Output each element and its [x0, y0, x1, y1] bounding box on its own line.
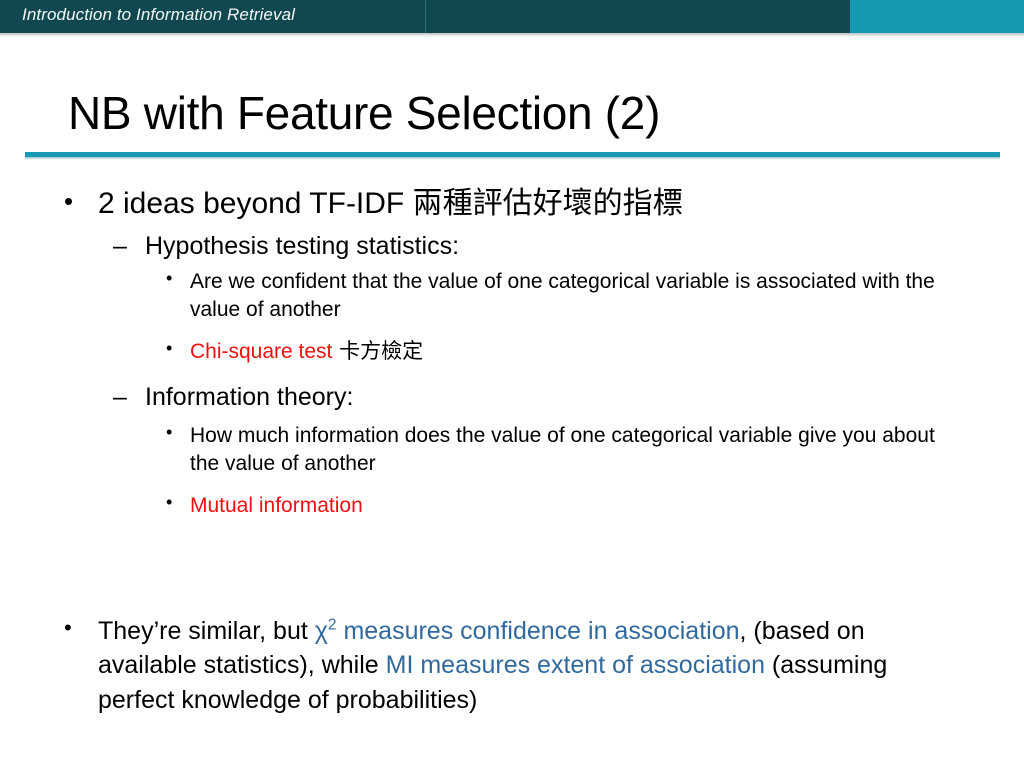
bullet-text: Are we confident that the value of one c… [190, 270, 935, 322]
header-title: Introduction to Information Retrieval [22, 5, 296, 24]
slide-body-closing: • They’re similar, but χ2 measures confid… [0, 614, 1024, 719]
comparison-text-seg1: They’re similar, but [98, 617, 315, 645]
chi-exponent: 2 [327, 616, 337, 634]
bullet-marker-dash: – [113, 383, 127, 412]
bullet-level2-hypothesis-testing: – Hypothesis testing statistics: [0, 231, 1024, 261]
header-accent-block [850, 0, 1024, 33]
slide-header-bar: Introduction to Information Retrieval [0, 0, 1024, 33]
bullet-marker-disc: • [64, 615, 72, 640]
bullet-text: How much information does the value of o… [190, 424, 935, 476]
bullet-marker-disc: • [166, 492, 173, 512]
bullet-text-highlight: Chi-square test [190, 340, 333, 364]
bullet-text-highlight: Mutual information [190, 494, 363, 517]
bullet-marker-disc: • [166, 422, 173, 443]
slide-body: • 2 ideas beyond TF-IDF 兩種評估好壞的指標 – Hypo… [0, 186, 1024, 520]
bullet-text: Hypothesis testing statistics: [145, 232, 460, 261]
header-divider [425, 0, 426, 33]
header-shadow [0, 33, 1024, 37]
bullet-text: Information theory: [145, 383, 354, 412]
comparison-text-chi-phrase: measures confidence in association [336, 617, 740, 645]
bullet-level3-information-question: • How much information does the value of… [0, 422, 1024, 478]
bullet-marker-dash: – [113, 232, 127, 261]
chi-symbol: χ [314, 617, 328, 645]
page-title: NB with Feature Selection (2) [68, 87, 661, 139]
bullet-text-en: 2 ideas beyond TF-IDF [98, 187, 413, 220]
bullet-marker-disc: • [64, 186, 74, 216]
comparison-text-mi-phrase: MI measures extent of association [385, 651, 765, 680]
bullet-text-cjk: 卡方檢定 [332, 339, 424, 364]
bullet-level1-comparison: • They’re similar, but χ2 measures confid… [0, 614, 1024, 717]
bullet-level2-information-theory: – Information theory: [0, 382, 1024, 412]
bullet-level3-chi-square-test: • Chi-square test 卡方檢定 [0, 338, 1024, 366]
bullet-level1-ideas: • 2 ideas beyond TF-IDF 兩種評估好壞的指標 [0, 186, 1024, 221]
title-underline-shadow [25, 157, 1000, 160]
bullet-marker-disc: • [166, 268, 173, 289]
bullet-marker-disc: • [166, 338, 173, 359]
bullet-level3-mutual-information: • Mutual information [0, 492, 1024, 520]
bullet-level3-confidence-question: • Are we confident that the value of one… [0, 268, 1024, 324]
bullet-text-cjk: 兩種評估好壞的指標 [412, 186, 683, 221]
